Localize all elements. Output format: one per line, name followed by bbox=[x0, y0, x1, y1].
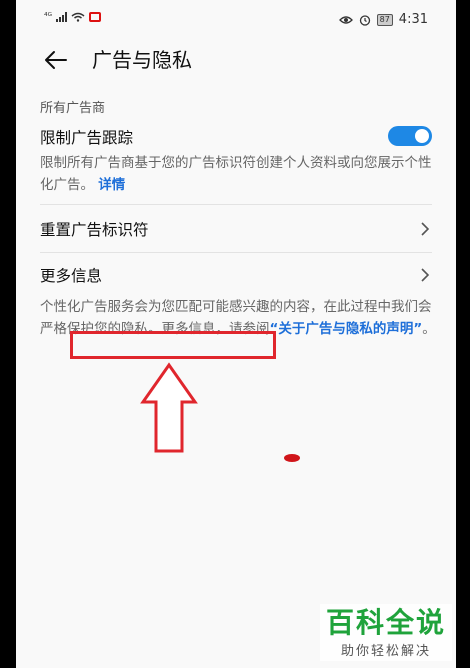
status-bar: ⁴ᴳ 87 4:31 bbox=[16, 0, 456, 36]
limit-tracking-row[interactable]: 限制广告跟踪 bbox=[40, 126, 432, 148]
phone-screen: ⁴ᴳ 87 4:31 广告与隐私 所有广告商 限制广告跟踪 限制所有广告商基于您… bbox=[16, 0, 456, 668]
status-right: 87 4:31 bbox=[338, 12, 428, 27]
wifi-icon bbox=[71, 12, 85, 22]
limit-tracking-description: 限制所有广告商基于您的广告标识符创建个人资料或向您展示个性化广告。 详情 bbox=[40, 152, 436, 196]
highlight-box bbox=[70, 331, 276, 359]
divider bbox=[40, 252, 432, 253]
details-link[interactable]: 详情 bbox=[98, 177, 125, 193]
signal-icon bbox=[56, 12, 67, 22]
battery-icon: 87 bbox=[376, 13, 393, 26]
alarm-icon bbox=[359, 14, 370, 26]
watermark-main: 百科全说 bbox=[325, 606, 446, 639]
chevron-right-icon bbox=[421, 222, 430, 236]
reset-id-title: 重置广告标识符 bbox=[40, 221, 149, 239]
chevron-right-icon bbox=[421, 268, 430, 282]
watermark: 百科全说 助你轻松解决 bbox=[319, 604, 452, 661]
page-title: 广告与隐私 bbox=[92, 48, 192, 72]
limit-tracking-toggle[interactable] bbox=[388, 126, 432, 146]
network-type: ⁴ᴳ bbox=[44, 12, 52, 22]
reset-id-row[interactable]: 重置广告标识符 bbox=[40, 218, 432, 240]
app-header: 广告与隐私 bbox=[16, 40, 456, 80]
more-info-row[interactable]: 更多信息 bbox=[40, 264, 432, 286]
toggle-knob bbox=[415, 129, 429, 143]
more-info-title: 更多信息 bbox=[40, 267, 103, 285]
clock: 4:31 bbox=[398, 12, 428, 27]
section-label: 所有广告商 bbox=[40, 101, 106, 116]
notification-icon bbox=[89, 12, 101, 22]
limit-tracking-title: 限制广告跟踪 bbox=[40, 129, 134, 147]
status-left: ⁴ᴳ bbox=[44, 12, 101, 22]
divider bbox=[40, 204, 432, 205]
privacy-statement-link[interactable]: “关于广告与隐私的声明” bbox=[270, 321, 423, 337]
more-info-end: 。 bbox=[422, 321, 436, 337]
red-dot-mark bbox=[284, 454, 300, 462]
up-arrow-annotation bbox=[140, 362, 198, 453]
watermark-sub: 助你轻松解决 bbox=[340, 644, 431, 659]
eye-icon bbox=[338, 15, 353, 24]
back-arrow-icon[interactable] bbox=[42, 46, 70, 74]
